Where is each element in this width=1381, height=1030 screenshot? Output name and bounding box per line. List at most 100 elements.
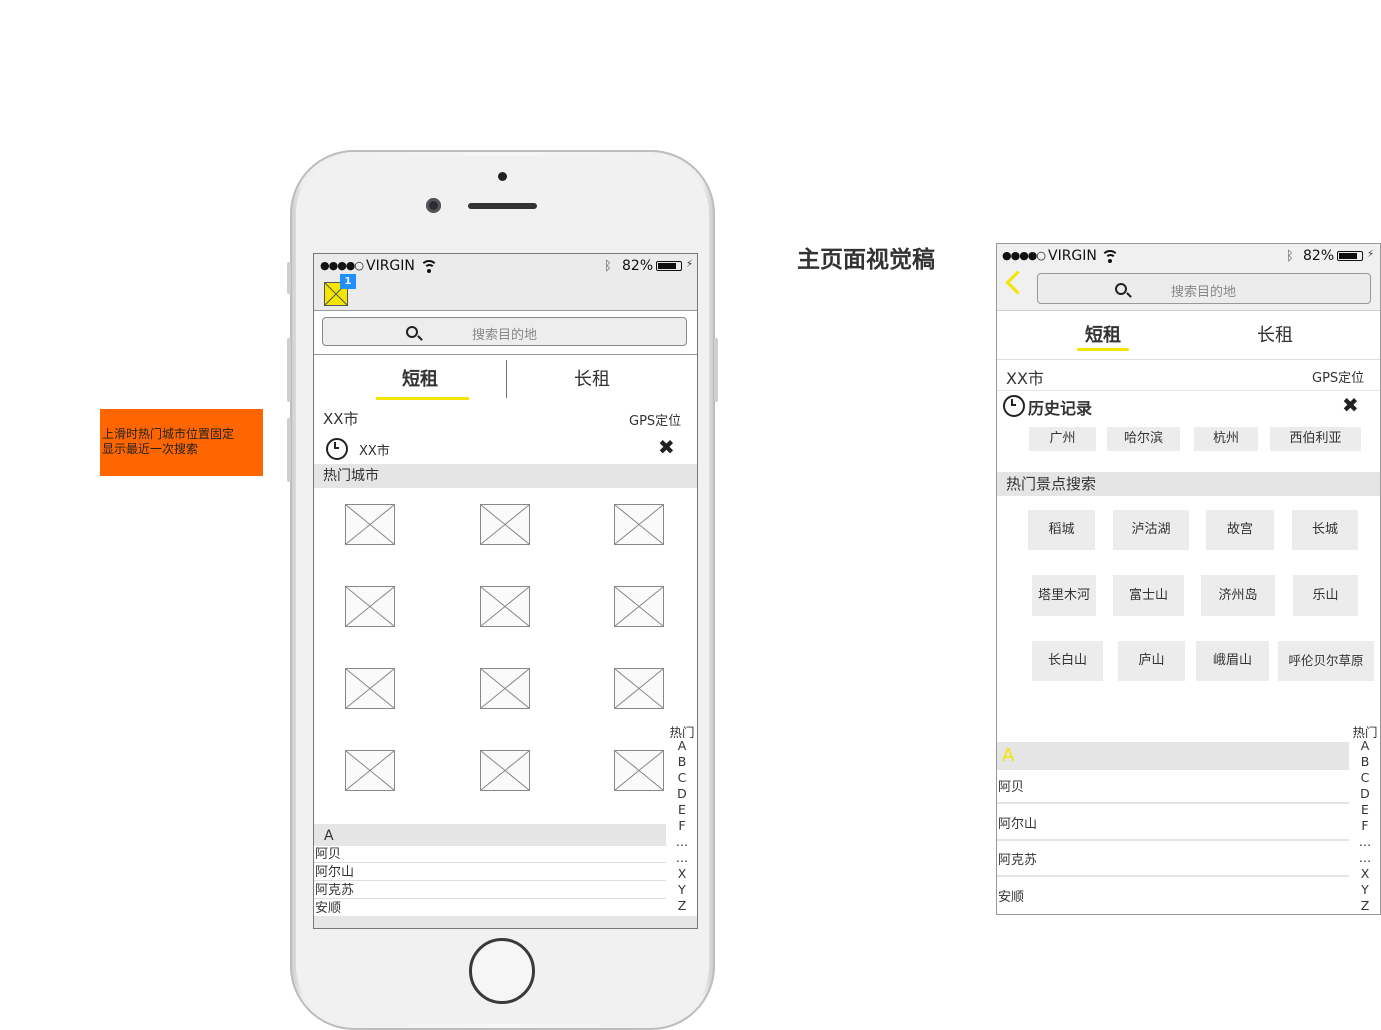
power-button — [714, 338, 718, 402]
city-list-item[interactable]: 阿尔山 — [997, 807, 1349, 841]
city-list-item[interactable]: 阿克苏 — [997, 843, 1349, 877]
hot-city-image-placeholder[interactable] — [345, 586, 395, 627]
tab-long-rent[interactable]: 长租 — [1257, 321, 1293, 347]
hot-city-image-placeholder[interactable] — [614, 668, 664, 709]
hot-city-image-placeholder[interactable] — [345, 504, 395, 545]
index-letter[interactable]: … — [667, 834, 697, 849]
index-letter[interactable]: X — [667, 866, 697, 881]
index-letter[interactable]: … — [667, 850, 697, 865]
hot-city-image-placeholder[interactable] — [480, 750, 530, 791]
gps-locate-button[interactable]: GPS定位 — [629, 410, 681, 429]
history-chip[interactable]: 广州 — [1029, 427, 1096, 451]
screen-wireframe: ●●●●○ VIRGIN ᛒ 82% ⚡ 1 搜索目的地 短租 长租 XX市 G… — [313, 253, 698, 929]
tab-bar: 短租 长租 — [314, 354, 697, 404]
spot-chip[interactable]: 呼伦贝尔草原 — [1278, 641, 1374, 681]
close-icon[interactable]: ✖ — [658, 437, 675, 457]
index-letter[interactable]: B — [1350, 754, 1380, 769]
city-list-item[interactable]: 阿贝 — [997, 770, 1349, 804]
alpha-section-header: A — [314, 824, 666, 846]
tab-divider — [506, 360, 507, 398]
screen-visual: ●●●●○ VIRGIN ᛒ 82% ⚡ 搜索目的地 短租 长租 XX市 GPS… — [996, 243, 1381, 915]
search-input[interactable]: 搜索目的地 — [1037, 273, 1371, 304]
top-bar: ●●●●○ VIRGIN ᛒ 82% ⚡ 1 — [314, 254, 697, 311]
hot-city-image-placeholder[interactable] — [480, 668, 530, 709]
spot-chip[interactable]: 富士山 — [1113, 575, 1184, 616]
charging-icon: ⚡ — [686, 259, 694, 270]
city-list-item[interactable]: 阿尔山 — [314, 864, 666, 881]
history-chip[interactable]: 杭州 — [1194, 427, 1258, 451]
spot-chip[interactable]: 济州岛 — [1201, 575, 1275, 616]
index-letter[interactable]: F — [1350, 818, 1380, 833]
index-letter[interactable]: … — [1350, 834, 1380, 849]
index-letter[interactable]: E — [667, 802, 697, 817]
index-letter[interactable]: D — [667, 786, 697, 801]
carrier-label: VIRGIN — [1048, 248, 1097, 264]
bluetooth-icon: ᛒ — [1286, 249, 1294, 264]
hot-city-image-placeholder[interactable] — [345, 668, 395, 709]
hot-city-image-placeholder[interactable] — [480, 586, 530, 627]
history-chip[interactable]: 哈尔滨 — [1107, 427, 1180, 451]
spot-chip[interactable]: 长城 — [1292, 510, 1358, 550]
recent-search-row[interactable]: XX市 ✖ — [314, 432, 697, 464]
clear-history-icon[interactable]: ✖ — [1342, 395, 1359, 415]
index-letter[interactable]: Y — [1350, 882, 1380, 897]
city-list-item[interactable]: 阿贝 — [314, 846, 666, 863]
hot-city-image-placeholder[interactable] — [480, 504, 530, 545]
index-letter[interactable]: D — [1350, 786, 1380, 801]
spot-chip[interactable]: 泸沽湖 — [1113, 510, 1189, 550]
hot-city-image-placeholder[interactable] — [614, 504, 664, 545]
front-sensor — [498, 172, 507, 181]
spot-chip[interactable]: 乐山 — [1293, 575, 1358, 616]
tab-short-rent[interactable]: 短租 — [402, 365, 438, 391]
volume-up-button — [287, 338, 291, 402]
index-letter[interactable]: C — [667, 770, 697, 785]
clock-icon — [326, 438, 348, 460]
notification-badge: 1 — [340, 274, 356, 289]
search-input[interactable]: 搜索目的地 — [322, 317, 687, 346]
history-title: 历史记录 — [1028, 399, 1093, 418]
spot-chip[interactable]: 稻城 — [1028, 510, 1095, 550]
city-list-item[interactable]: 安顺 — [314, 900, 666, 917]
wifi-icon — [420, 260, 438, 274]
search-icon — [406, 326, 418, 338]
annotation-note: 上滑时热门城市位置固定 显示最近一次搜索 — [100, 409, 263, 476]
tab-long-rent[interactable]: 长租 — [574, 365, 610, 391]
spot-chip[interactable]: 塔里木河 — [1032, 575, 1096, 616]
city-list-item[interactable]: 阿克苏 — [314, 882, 666, 899]
current-city: XX市 — [1006, 369, 1044, 388]
index-letter[interactable]: E — [1350, 802, 1380, 817]
signal-dots: ●●●●○ — [1002, 249, 1046, 262]
history-chip[interactable]: 西伯利亚 — [1270, 427, 1361, 451]
index-letter[interactable]: A — [1350, 738, 1380, 753]
volume-down-button — [287, 418, 291, 482]
city-list-item[interactable]: 安顺 — [997, 880, 1349, 914]
index-letter[interactable]: Z — [667, 898, 697, 913]
index-letter[interactable]: Z — [1350, 898, 1380, 913]
index-letter[interactable]: … — [1350, 850, 1380, 865]
index-letter[interactable]: Y — [667, 882, 697, 897]
hot-city-image-placeholder[interactable] — [614, 750, 664, 791]
index-letter[interactable]: C — [1350, 770, 1380, 785]
back-chevron-icon[interactable] — [1005, 270, 1030, 295]
spot-chip[interactable]: 庐山 — [1118, 641, 1185, 681]
spot-chip[interactable]: 故宫 — [1206, 510, 1274, 550]
spot-chip[interactable]: 长白山 — [1032, 641, 1103, 681]
search-placeholder: 搜索目的地 — [1171, 285, 1237, 300]
mute-switch — [287, 262, 291, 294]
index-letter[interactable]: A — [667, 738, 697, 753]
hot-city-image-placeholder[interactable] — [345, 750, 395, 791]
search-placeholder: 搜索目的地 — [472, 328, 538, 343]
hot-city-image-placeholder[interactable] — [614, 586, 664, 627]
battery-percent: 82% — [1303, 248, 1335, 264]
signal-dots: ●●●●○ — [320, 259, 364, 272]
spot-chip[interactable]: 峨眉山 — [1196, 641, 1269, 681]
gps-locate-button[interactable]: GPS定位 — [1312, 367, 1364, 386]
tab-short-rent[interactable]: 短租 — [1085, 321, 1121, 347]
annotation-line-1: 上滑时热门城市位置固定 — [102, 427, 235, 441]
index-letter[interactable]: B — [667, 754, 697, 769]
annotation-line-2: 显示最近一次搜索 — [102, 442, 199, 456]
index-letter[interactable]: X — [1350, 866, 1380, 881]
bluetooth-icon: ᛒ — [604, 259, 612, 274]
home-button[interactable] — [469, 938, 535, 1004]
index-letter[interactable]: F — [667, 818, 697, 833]
